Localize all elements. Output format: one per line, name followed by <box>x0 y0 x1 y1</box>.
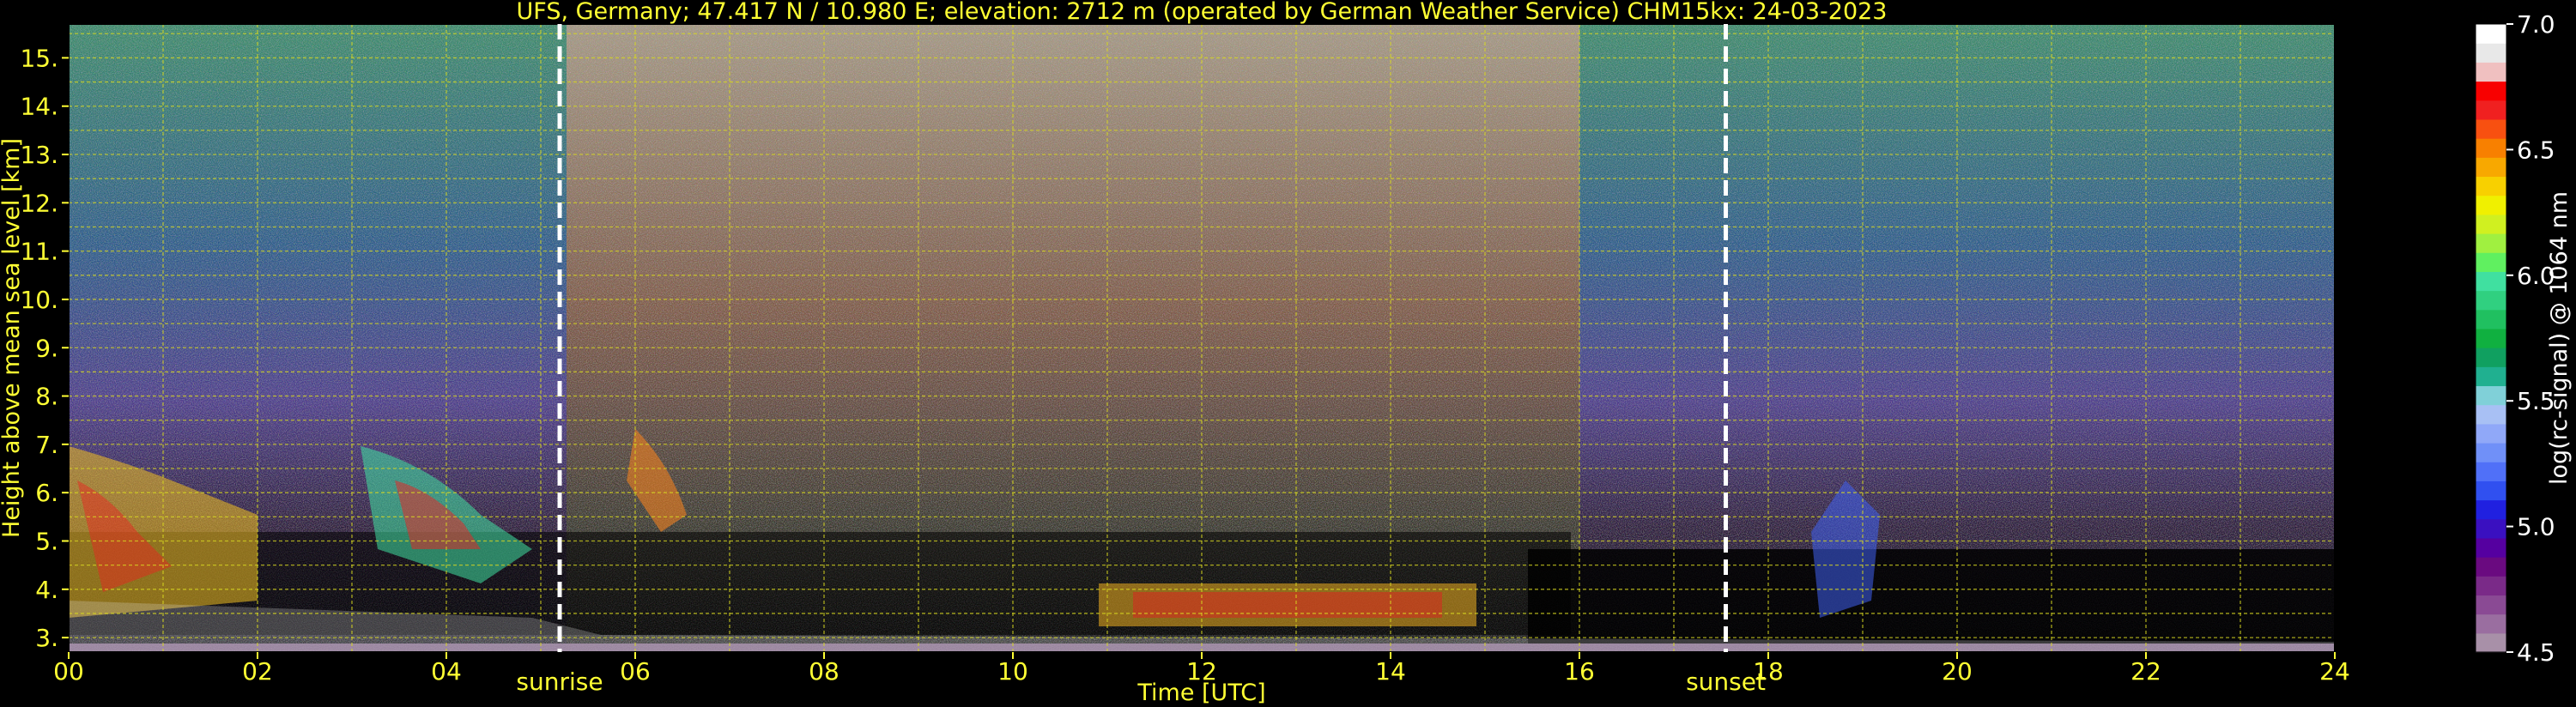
x-tick-label: 10 <box>997 657 1028 686</box>
x-tick-label: 06 <box>620 657 651 686</box>
colorbar-segment <box>2476 309 2506 329</box>
colorbar-segment <box>2476 557 2506 577</box>
annotation-label: sunrise <box>516 668 603 696</box>
colorbar-segment <box>2476 24 2506 44</box>
colorbar-segment <box>2476 328 2506 348</box>
colorbar-segment <box>2476 595 2506 615</box>
y-tick-label: 10. <box>20 286 58 314</box>
colorbar-segment <box>2476 480 2506 501</box>
y-tick-label: 7. <box>35 431 58 459</box>
ceilometer-figure: 00 02 04 06 08 10 12 14 16 18 20 22 243.4.5.6.7.8.9.… <box>0 0 2573 706</box>
x-tick-label: 14 <box>1375 657 1406 686</box>
colorbar-segment <box>2476 423 2506 444</box>
y-axis-label: Height above mean sea level [km] <box>0 138 25 538</box>
colorbar-segment <box>2476 214 2506 234</box>
x-axis-label: Time [UTC] <box>1136 680 1265 706</box>
colorbar-segment <box>2476 252 2506 272</box>
y-tick-label: 15. <box>20 44 58 72</box>
y-tick-label: 12. <box>20 189 58 217</box>
colorbar-segment <box>2476 443 2506 462</box>
y-tick-label: 14. <box>20 93 58 121</box>
colorbar-segment <box>2476 404 2506 425</box>
colorbar-segment <box>2476 462 2506 481</box>
y-tick-label: 11. <box>20 238 58 266</box>
y-tick-label: 5. <box>35 527 58 555</box>
colorbar-segment <box>2476 157 2506 178</box>
x-tick-label: 20 <box>1942 657 1973 686</box>
colorbar-segment <box>2476 271 2506 292</box>
colorbar: 4.55.05.56.06.57.0 <box>2475 10 2555 667</box>
x-tick-label: 00 <box>53 657 84 686</box>
colorbar-segment <box>2476 138 2506 158</box>
x-tick-label: 02 <box>242 657 273 686</box>
y-tick-label: 9. <box>35 334 58 362</box>
colorbar-segment <box>2476 195 2506 215</box>
colorbar-segment <box>2476 613 2506 634</box>
x-tick-label: 22 <box>2131 657 2161 686</box>
colorbar-segment <box>2476 233 2506 253</box>
colorbar-segment <box>2476 43 2506 63</box>
x-tick-label: 08 <box>809 657 839 686</box>
colorbar-segment <box>2476 118 2506 139</box>
annotation-label: sunset <box>1686 668 1766 696</box>
x-tick-label: 24 <box>2319 657 2350 686</box>
colorbar-segment <box>2476 347 2506 367</box>
x-tick-label: 04 <box>431 657 462 686</box>
y-tick-label: 13. <box>20 141 58 169</box>
y-tick-label: 3. <box>35 624 58 652</box>
colorbar-tick-label: 4.5 <box>2517 638 2555 667</box>
colorbar-segment <box>2476 537 2506 558</box>
chart-title: UFS, Germany; 47.417 N / 10.980 E; eleva… <box>517 0 1888 25</box>
colorbar-segment <box>2476 499 2506 520</box>
colorbar-segment <box>2476 100 2506 120</box>
colorbar-segment <box>2476 518 2506 539</box>
colorbar-segment <box>2476 290 2506 311</box>
colorbar-segment <box>2476 385 2506 406</box>
colorbar-segment <box>2476 632 2506 653</box>
colorbar-label: log(rc-signal) @ 1064 nm <box>2546 191 2573 485</box>
colorbar-tick-label: 6.5 <box>2517 136 2555 164</box>
colorbar-segment <box>2476 62 2506 82</box>
y-tick-label: 8. <box>35 383 58 411</box>
colorbar-tick-label: 5.0 <box>2517 513 2555 541</box>
colorbar-tick-label: 7.0 <box>2517 10 2555 39</box>
y-tick-label: 6. <box>35 479 58 507</box>
colorbar-segment <box>2476 366 2506 387</box>
colorbar-segment <box>2476 576 2506 596</box>
colorbar-segment <box>2476 81 2506 101</box>
y-tick-label: 4. <box>35 576 58 604</box>
colorbar-segment <box>2476 176 2506 196</box>
x-tick-label: 16 <box>1564 657 1595 686</box>
